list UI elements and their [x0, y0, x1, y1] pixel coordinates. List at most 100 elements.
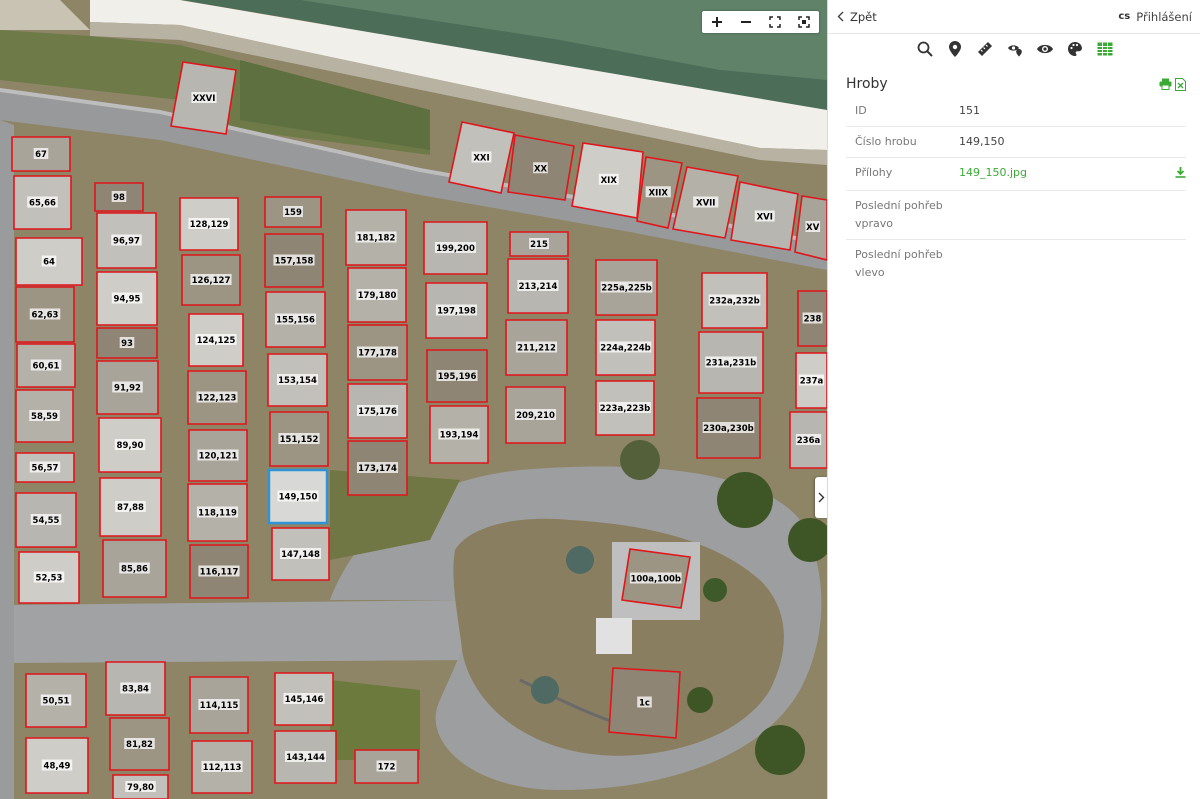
fullscreen-button[interactable] — [761, 11, 790, 33]
zoom-out-button[interactable] — [731, 11, 760, 33]
grave-plot[interactable]: 96,97 — [96, 212, 157, 269]
grave-plot[interactable]: 79,80 — [112, 774, 169, 799]
grave-plot[interactable]: 114,115 — [189, 676, 249, 734]
grave-plot-label: 149,150 — [279, 493, 318, 503]
grave-plot[interactable]: 65,66 — [13, 175, 72, 230]
zoom-in-button[interactable] — [702, 11, 731, 33]
grave-plot[interactable]: XIX — [571, 142, 644, 219]
grave-plot[interactable]: 151,152 — [269, 411, 329, 467]
grave-plot[interactable]: 94,95 — [96, 271, 158, 326]
grave-plot[interactable]: 199,200 — [423, 221, 488, 275]
grave-plot[interactable]: 232a,232b — [701, 272, 768, 329]
download-button[interactable] — [1175, 166, 1186, 184]
search-tool[interactable] — [916, 40, 934, 58]
grave-plot[interactable]: 215 — [509, 231, 569, 257]
grave-plot[interactable]: 193,194 — [429, 405, 489, 464]
style-tool[interactable] — [1066, 40, 1084, 58]
grave-plot[interactable]: 60,61 — [16, 343, 76, 388]
back-button[interactable]: Zpět — [837, 10, 877, 24]
panel-toggle-button[interactable] — [815, 477, 827, 518]
grave-plot[interactable]: 112,113 — [191, 740, 253, 794]
grave-plot[interactable]: 224a,224b — [595, 319, 656, 376]
grave-plot[interactable]: 197,198 — [425, 282, 488, 339]
grave-plot[interactable]: 173,174 — [347, 440, 408, 496]
grave-plot[interactable]: 195,196 — [426, 349, 488, 403]
grave-plot[interactable]: 58,59 — [15, 389, 74, 443]
grave-plot[interactable]: 181,182 — [345, 209, 407, 266]
grave-plot[interactable]: 64 — [15, 237, 83, 286]
grave-plot-label: 94,95 — [114, 295, 141, 305]
grave-plot[interactable]: 225a,225b — [595, 259, 658, 316]
print-button[interactable] — [1159, 78, 1172, 91]
grave-plot[interactable]: 149,150 — [267, 468, 329, 525]
grave-plot[interactable]: 157,158 — [264, 233, 324, 288]
grave-plot[interactable]: 52,53 — [18, 551, 80, 604]
grave-plot[interactable]: 98 — [94, 182, 144, 212]
grave-plot[interactable]: 81,82 — [109, 717, 170, 771]
language-selector[interactable]: cs — [1118, 11, 1130, 22]
grave-plot[interactable]: XXI — [448, 121, 515, 194]
aerial-map[interactable]: XXVI 67 XXI XX XIX XIIX XVII XVI XV 65,66 98 128,12… — [0, 0, 827, 799]
grave-plot[interactable]: 54,55 — [15, 492, 77, 548]
grave-plot[interactable]: 231a,231b — [698, 331, 764, 394]
grave-plot[interactable]: 1c — [608, 667, 681, 739]
grave-plot[interactable]: 100a,100b — [621, 548, 691, 609]
measure-tool[interactable] — [976, 40, 994, 58]
grave-plot[interactable]: 155,156 — [265, 291, 326, 348]
login-link[interactable]: Přihlášení — [1136, 10, 1192, 24]
export-excel-button[interactable] — [1175, 77, 1186, 91]
grave-plot[interactable]: 120,121 — [188, 429, 248, 482]
grave-plot-label: 128,129 — [190, 220, 229, 230]
grave-plot[interactable]: 91,92 — [96, 360, 159, 415]
grave-plot[interactable]: 122,123 — [187, 370, 247, 425]
grave-plot[interactable]: 238 — [797, 290, 827, 347]
grave-plot[interactable]: XX — [507, 134, 575, 201]
grave-plot[interactable]: 89,90 — [98, 417, 162, 473]
grave-plot[interactable]: 126,127 — [181, 254, 241, 306]
grave-plot[interactable]: 153,154 — [267, 353, 328, 407]
grave-plot[interactable]: 124,125 — [188, 313, 244, 367]
grave-plot[interactable]: 237a — [795, 352, 827, 409]
grave-plot[interactable]: 48,49 — [25, 737, 89, 794]
grave-plot[interactable]: 62,63 — [15, 286, 75, 343]
grave-plot[interactable]: XXVI — [170, 61, 237, 135]
attribute-table-tool[interactable] — [1096, 40, 1114, 58]
grave-plots-layer[interactable]: XXVI 67 XXI XX XIX XIIX XVII XVI XV 65,66 98 128,12… — [0, 0, 827, 799]
grave-plot-label: 197,198 — [437, 307, 476, 317]
zoom-extent-button[interactable] — [790, 11, 819, 33]
grave-plot[interactable]: 85,86 — [102, 539, 167, 598]
grave-plot[interactable]: 223a,223b — [595, 380, 655, 436]
grave-plot[interactable]: 172 — [354, 749, 419, 784]
grave-plot[interactable]: 211,212 — [505, 319, 568, 376]
grave-plot[interactable]: 56,57 — [15, 452, 75, 483]
grave-plot[interactable]: 230a,230b — [696, 397, 761, 459]
grave-plot[interactable]: 209,210 — [505, 386, 566, 444]
grave-plot[interactable]: 87,88 — [99, 477, 162, 537]
grave-plot[interactable]: 118,119 — [187, 483, 248, 542]
grave-plot[interactable]: XV — [794, 195, 827, 261]
grave-plot[interactable]: 175,176 — [347, 383, 408, 439]
grave-plot-label: 58,59 — [31, 412, 58, 422]
grave-plot[interactable]: 145,146 — [274, 672, 334, 726]
grave-plot-label: 232a,232b — [709, 297, 760, 307]
grave-plot[interactable]: 93 — [96, 327, 158, 359]
grave-plot[interactable]: 213,214 — [507, 258, 569, 314]
grave-plot[interactable]: 128,129 — [179, 197, 239, 251]
grave-plot[interactable]: 50,51 — [25, 673, 87, 728]
grave-plot[interactable]: 236a — [789, 411, 827, 469]
grave-plot[interactable]: 179,180 — [347, 267, 407, 323]
grave-plot[interactable]: 159 — [264, 196, 322, 228]
attachment-link[interactable]: 149_150.jpg — [959, 166, 1027, 179]
grave-plot[interactable]: 177,178 — [347, 324, 408, 381]
location-view-tool[interactable] — [1006, 40, 1024, 58]
visibility-tool[interactable] — [1036, 40, 1054, 58]
location-tool[interactable] — [946, 40, 964, 58]
grave-plot[interactable]: 83,84 — [105, 661, 166, 716]
grave-plot[interactable]: 116,117 — [189, 544, 249, 599]
grave-plot[interactable]: 143,144 — [274, 730, 337, 784]
grave-plot[interactable]: XVII — [672, 166, 739, 239]
grave-plot[interactable]: 67 — [11, 136, 71, 172]
grave-plot[interactable]: XVI — [730, 181, 799, 251]
grave-plot-label: 120,121 — [199, 452, 238, 462]
grave-plot[interactable]: 147,148 — [271, 527, 330, 581]
